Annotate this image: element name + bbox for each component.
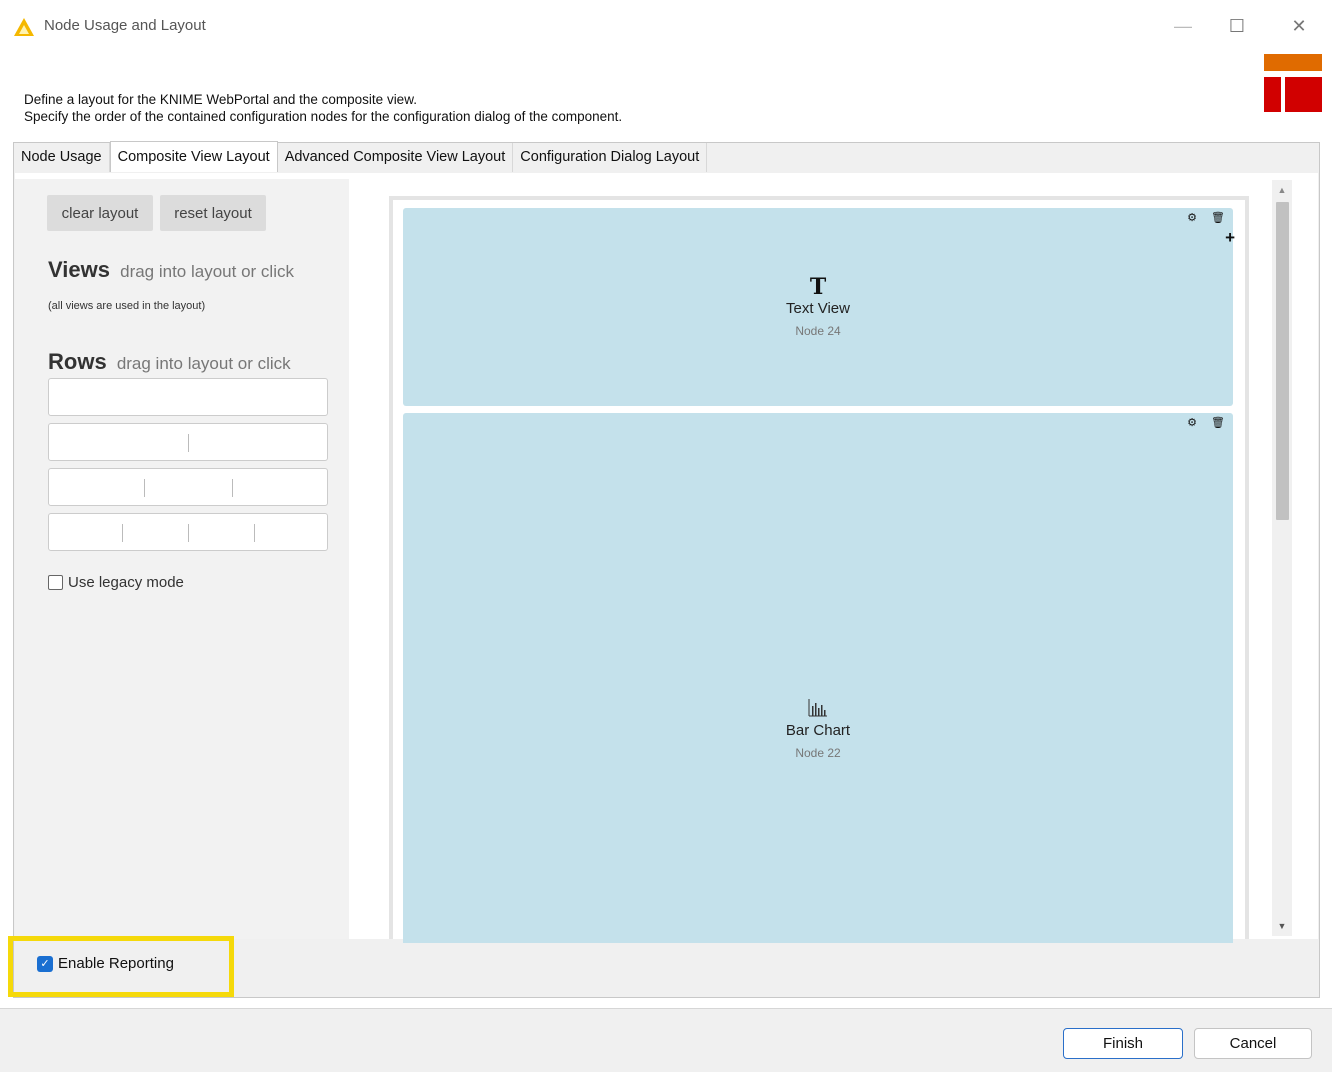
enable-reporting-option[interactable]: ✓ Enable Reporting <box>37 955 174 972</box>
scroll-down-icon[interactable]: ▼ <box>1272 916 1292 936</box>
text-view-icon: T <box>809 274 827 300</box>
layout-frame: ⚙ 🗑 + T Text View Node 24 ⚙ 🗑 Bar Chart … <box>389 196 1249 943</box>
rows-heading: Rows drag into layout or click <box>48 349 291 375</box>
legacy-mode-option[interactable]: Use legacy mode <box>48 574 184 591</box>
row-template-3-columns[interactable] <box>48 468 328 506</box>
tab-folder: Node Usage Composite View Layout Advance… <box>13 141 1320 998</box>
cancel-button[interactable]: Cancel <box>1194 1028 1312 1059</box>
tab-composite-view-layout[interactable]: Composite View Layout <box>109 141 278 172</box>
views-heading: Views drag into layout or click <box>48 257 294 283</box>
column-divider <box>144 479 145 497</box>
views-note: (all views are used in the layout) <box>48 300 206 312</box>
header-line-2: Specify the order of the contained confi… <box>24 109 623 124</box>
row-template-4-columns[interactable] <box>48 513 328 551</box>
settings-icon[interactable]: ⚙ <box>1187 416 1197 429</box>
row-template-1-column[interactable] <box>48 378 328 416</box>
cell-controls: ⚙ 🗑 <box>1187 211 1225 224</box>
rows-hint: drag into layout or click <box>116 354 291 373</box>
rows-title: Rows <box>48 349 107 374</box>
scroll-up-icon[interactable]: ▲ <box>1272 180 1292 200</box>
tab-content: clear layout reset layout Views drag int… <box>15 173 1318 943</box>
column-divider <box>254 524 255 542</box>
scroll-thumb[interactable] <box>1276 202 1289 520</box>
cell-content: T Text View Node 24 <box>403 274 1233 338</box>
knime-warning-icon <box>14 18 34 36</box>
dialog-window: Node Usage and Layout — ☐ ✕ Define a lay… <box>0 0 1332 1072</box>
vertical-scrollbar[interactable]: ▲ ▼ <box>1272 180 1292 936</box>
node-id: Node 24 <box>795 324 841 338</box>
column-divider <box>188 524 189 542</box>
layout-cell-bar-chart[interactable]: ⚙ 🗑 Bar Chart Node 22 <box>403 413 1233 943</box>
layout-canvas: ⚙ 🗑 + T Text View Node 24 ⚙ 🗑 Bar Chart … <box>349 179 1317 943</box>
enable-reporting-label: Enable Reporting <box>58 955 174 972</box>
views-hint: drag into layout or click <box>120 262 294 281</box>
cell-content: Bar Chart Node 22 <box>403 696 1233 760</box>
legacy-mode-checkbox[interactable] <box>48 575 63 590</box>
tab-node-usage[interactable]: Node Usage <box>14 143 110 172</box>
minimize-button[interactable]: — <box>1160 10 1206 42</box>
bar-chart-icon <box>403 696 1233 722</box>
header-description: Define a layout for the KNIME WebPortal … <box>24 91 622 125</box>
column-divider <box>188 434 189 452</box>
settings-icon[interactable]: ⚙ <box>1187 211 1197 224</box>
bar-chart-glyph <box>808 699 827 717</box>
layout-logo-icon <box>1264 54 1322 112</box>
trash-icon[interactable]: 🗑 <box>1211 211 1225 224</box>
layout-cell-text-view[interactable]: ⚙ 🗑 + T Text View Node 24 <box>403 208 1235 406</box>
header-line-1: Define a layout for the KNIME WebPortal … <box>24 92 417 107</box>
row-template-2-columns[interactable] <box>48 423 328 461</box>
layout-editor-sidebar: clear layout reset layout Views drag int… <box>15 179 349 939</box>
enable-reporting-checkbox[interactable]: ✓ <box>37 955 53 972</box>
finish-button[interactable]: Finish <box>1063 1028 1183 1059</box>
cell-controls: ⚙ 🗑 <box>1187 416 1225 429</box>
views-title: Views <box>48 257 110 282</box>
clear-layout-button[interactable]: clear layout <box>47 195 153 231</box>
trash-icon[interactable]: 🗑 <box>1211 416 1225 429</box>
column-divider <box>232 479 233 497</box>
reset-layout-button[interactable]: reset layout <box>160 195 266 231</box>
column-divider <box>122 524 123 542</box>
tab-configuration-dialog-layout[interactable]: Configuration Dialog Layout <box>513 143 708 172</box>
tab-advanced-composite-view-layout[interactable]: Advanced Composite View Layout <box>277 143 514 172</box>
maximize-button[interactable]: ☐ <box>1214 10 1260 42</box>
tab-bar: Node Usage Composite View Layout Advance… <box>14 141 708 173</box>
dialog-footer: Finish Cancel <box>0 1008 1332 1072</box>
node-name: Bar Chart <box>785 722 851 739</box>
title-bar: Node Usage and Layout — ☐ ✕ <box>0 0 1332 52</box>
node-name: Text View <box>786 300 850 317</box>
close-button[interactable]: ✕ <box>1276 10 1322 42</box>
add-icon[interactable]: + <box>1225 228 1235 248</box>
window-title: Node Usage and Layout <box>44 17 206 34</box>
legacy-mode-label: Use legacy mode <box>68 574 184 591</box>
node-id: Node 22 <box>795 746 841 760</box>
